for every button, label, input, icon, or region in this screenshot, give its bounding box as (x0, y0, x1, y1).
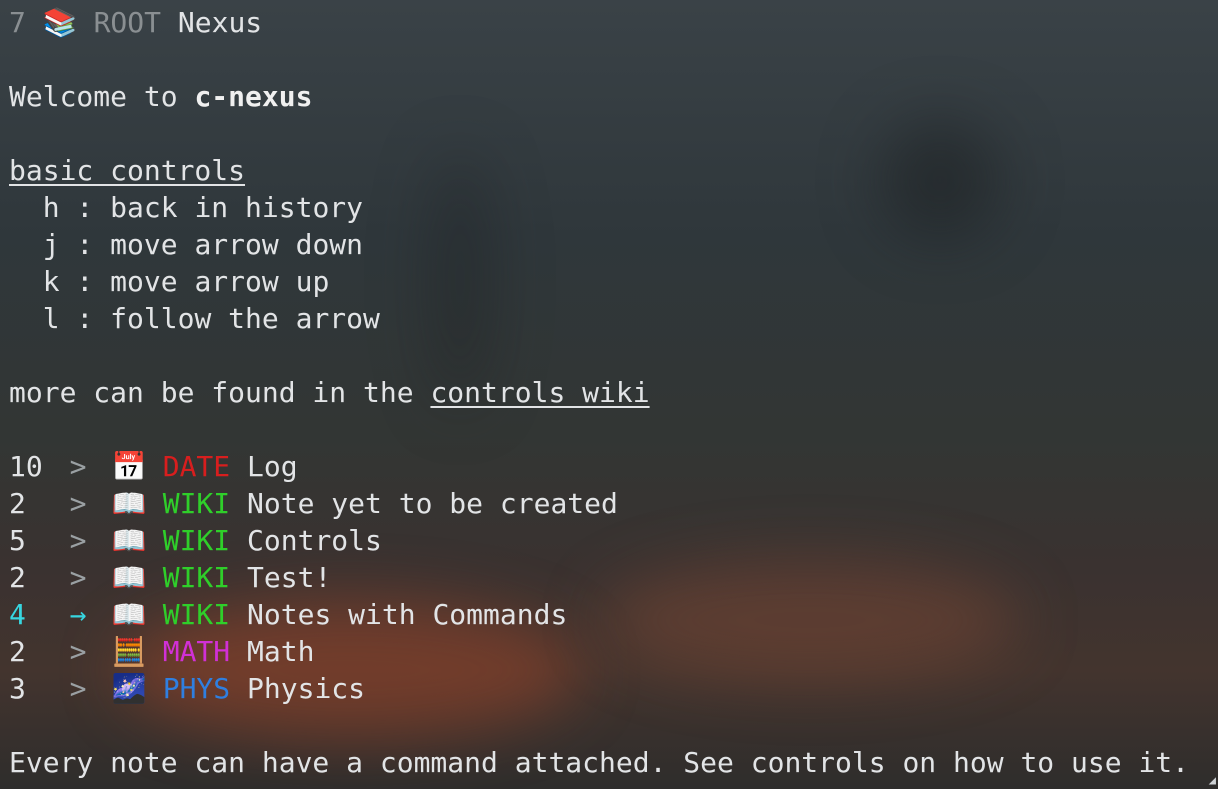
link-count: 2 (9, 635, 26, 668)
terminal: 7 📚 ROOT Nexus Welcome to c-nexus basic … (9, 4, 1218, 781)
books-icon: 📚 (42, 6, 78, 39)
link-row[interactable]: 3 > 🌌 PHYS Physics (9, 670, 1218, 707)
book-icon: 📖 (111, 561, 147, 594)
control-desc: move arrow up (110, 265, 330, 298)
link-row[interactable]: 2 > 📖 WIKI Test! (9, 559, 1218, 596)
link-type: WIKI (162, 598, 231, 631)
link-count: 2 (9, 561, 26, 594)
controls-wiki-link[interactable]: controls wiki (430, 376, 649, 409)
control-desc: move arrow down (110, 228, 364, 261)
more-line: more can be found in the controls wiki (9, 374, 1218, 411)
link-type: MATH (162, 635, 231, 668)
link-arrow-icon: > (69, 672, 87, 705)
link-row[interactable]: 5 > 📖 WIKI Controls (9, 522, 1218, 559)
link-count: 5 (9, 524, 26, 557)
abacus-icon: 🧮 (111, 635, 147, 668)
control-desc: follow the arrow (110, 302, 380, 335)
control-key: k (42, 265, 60, 298)
link-arrow-icon: > (69, 524, 87, 557)
link-type: WIKI (162, 561, 231, 594)
control-desc: back in history (110, 191, 364, 224)
header-count: 7 (9, 6, 26, 39)
link-title: Log (247, 450, 298, 483)
welcome-prefix: Welcome to (9, 80, 195, 113)
resize-handle-icon[interactable]: ◢ (1209, 773, 1216, 787)
links-list: 10 > 📅 DATE Log 2 > 📖 WIKI Note yet to be c… (9, 448, 1218, 707)
link-title: Notes with Commands (247, 598, 568, 631)
link-arrow-icon: > (69, 450, 87, 483)
welcome-line: Welcome to c-nexus (9, 78, 1218, 115)
link-row[interactable]: 10 > 📅 DATE Log (9, 448, 1218, 485)
header-type: ROOT (93, 6, 162, 39)
control-key: h (42, 191, 60, 224)
controls-heading: basic controls (9, 154, 246, 187)
note-header: 7 📚 ROOT Nexus (9, 4, 1218, 41)
control-item: k : move arrow up (42, 265, 330, 298)
link-row[interactable]: 2 > 🧮 MATH Math (9, 633, 1218, 670)
control-key: l (42, 302, 60, 335)
control-key: j (42, 228, 60, 261)
link-title: Note yet to be created (247, 487, 618, 520)
link-row-selected[interactable]: 4 → 📖 WIKI Notes with Commands (9, 596, 1218, 633)
control-item: j : move arrow down (42, 228, 364, 261)
link-title: Controls (247, 524, 382, 557)
selection-arrow-icon: → (69, 598, 87, 631)
status-message: Every note can have a command attached. … (9, 746, 1190, 779)
book-icon: 📖 (111, 487, 147, 520)
link-arrow-icon: > (69, 635, 87, 668)
link-title: Physics (247, 672, 366, 705)
link-type: DATE (162, 450, 231, 483)
more-prefix: more can be found in the (9, 376, 431, 409)
link-title: Math (247, 635, 315, 668)
book-icon: 📖 (111, 598, 147, 631)
link-row[interactable]: 2 > 📖 WIKI Note yet to be created (9, 485, 1218, 522)
calendar-icon: 📅 (111, 450, 147, 483)
link-arrow-icon: > (69, 561, 87, 594)
link-type: WIKI (162, 487, 231, 520)
app-name: c-nexus (194, 80, 313, 113)
link-count: 10 (9, 450, 43, 483)
link-count: 2 (9, 487, 26, 520)
link-count: 4 (9, 598, 26, 631)
control-item: h : back in history (42, 191, 364, 224)
control-item: l : follow the arrow (42, 302, 380, 335)
note-title: Nexus (177, 6, 263, 39)
link-arrow-icon: > (69, 487, 87, 520)
link-count: 3 (9, 672, 26, 705)
link-type: WIKI (162, 524, 231, 557)
book-icon: 📖 (111, 524, 147, 557)
link-type: PHYS (162, 672, 231, 705)
link-title: Test! (247, 561, 332, 594)
controls-list: h : back in history j : move arrow down … (9, 189, 1218, 337)
galaxy-icon: 🌌 (111, 672, 147, 705)
